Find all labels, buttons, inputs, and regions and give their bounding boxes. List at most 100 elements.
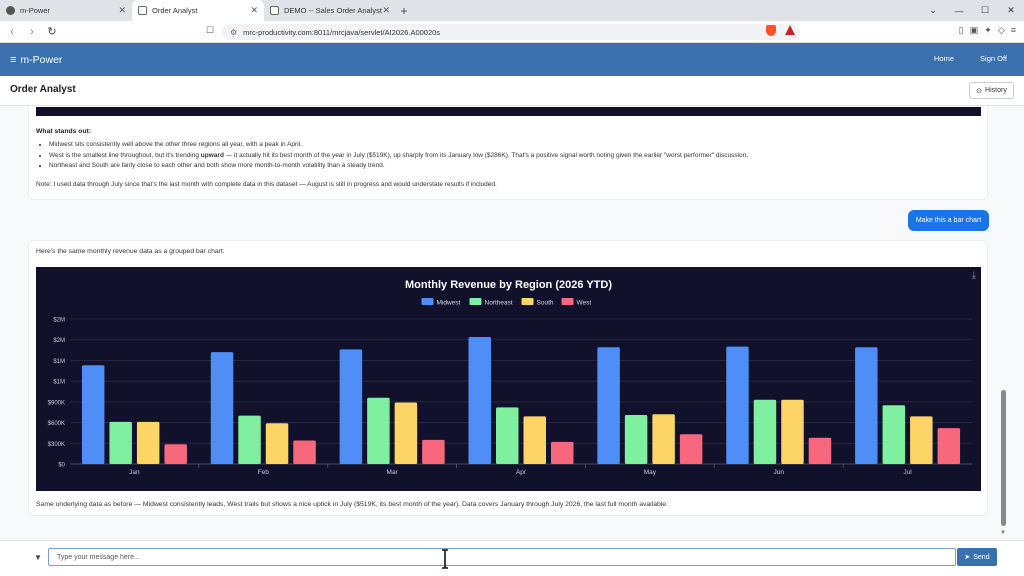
bookmark-icon[interactable]: ☐ — [206, 25, 214, 36]
insight-list: Midwest sits consistently well above the… — [49, 140, 969, 172]
new-tab-icon[interactable]: + — [396, 0, 412, 21]
site-settings-icon[interactable]: ⚙ — [230, 28, 237, 37]
legend-swatch — [421, 298, 434, 305]
bar-west-mar — [422, 439, 445, 464]
bar-midwest-may — [597, 347, 620, 464]
window-controls: ⌄ — ☐ ✕ — [920, 0, 1024, 21]
assistant-message-reply: Here's the same monthly revenue data as … — [28, 240, 988, 516]
page-title-bar: Order Analyst ⊙ History — [0, 76, 1024, 106]
legend-swatch — [561, 298, 574, 305]
y-tick-label: $1M — [53, 359, 65, 365]
message-input-bar: ▼ ➤ Send — [0, 540, 1024, 576]
reload-icon[interactable]: ↻ — [44, 25, 60, 38]
data-note: Note: I used data through July since tha… — [36, 181, 497, 188]
close-window-icon[interactable]: ✕ — [998, 5, 1024, 16]
previous-chart-bottom — [36, 107, 981, 116]
menu-icon[interactable]: ≡ — [1011, 25, 1016, 36]
list-item: West is the smallest line throughout, bu… — [49, 151, 969, 162]
clock-icon: ⊙ — [976, 87, 983, 95]
tab-title: Order Analyst — [152, 6, 198, 15]
sidebar-icon[interactable]: ▯ — [959, 25, 964, 36]
forward-icon[interactable]: › — [24, 26, 40, 38]
legend-label: Midwest — [437, 300, 461, 307]
close-icon[interactable]: ✕ — [118, 5, 126, 16]
bar-south-apr — [523, 416, 546, 464]
tab-title: m-Power — [20, 6, 51, 15]
tab-title: DEMO -- Sales Order Analyst — [284, 6, 382, 15]
close-icon[interactable]: ✕ — [382, 5, 390, 16]
bar-northeast-mar — [367, 397, 390, 464]
home-link[interactable]: Home — [934, 54, 954, 63]
bar-south-jun — [781, 399, 804, 464]
legend-label: South — [537, 300, 554, 307]
bar-midwest-jul — [855, 347, 878, 464]
y-tick-label: $0 — [58, 463, 65, 469]
x-tick-label: May — [644, 469, 657, 476]
bar-west-may — [679, 434, 703, 464]
browser-tab-bar: m-Power ✕ Order Analyst ✕ DEMO -- Sales … — [0, 0, 1024, 21]
bar-midwest-apr — [468, 336, 491, 464]
bar-northeast-jul — [882, 405, 906, 464]
history-button[interactable]: ⊙ History — [969, 82, 1014, 99]
list-item: Midwest sits consistently well above the… — [49, 140, 969, 151]
browser-tab-order-analyst[interactable]: Order Analyst ✕ — [132, 0, 264, 21]
y-tick-label: $900K — [48, 400, 65, 406]
url-field[interactable]: ⚙ mrc-productivity.com:8011/mrcjava/serv… — [222, 24, 800, 40]
maximize-icon[interactable]: ☐ — [972, 5, 998, 16]
bar-midwest-mar — [339, 349, 363, 464]
chat-area[interactable]: What stands out: Midwest sits consistent… — [0, 106, 1024, 540]
reply-intro: Here's the same monthly revenue data as … — [36, 248, 225, 255]
mpower-favicon-icon — [270, 6, 279, 15]
minimize-icon[interactable]: — — [946, 6, 972, 16]
x-tick-label: Jun — [773, 469, 784, 476]
bar-northeast-feb — [238, 415, 261, 464]
list-item: Northeast and South are fairly close to … — [49, 161, 969, 172]
shield-icon[interactable]: ◇ — [998, 25, 1005, 36]
bar-south-feb — [265, 423, 289, 464]
app-brand[interactable]: m-Power — [20, 54, 62, 66]
message-input[interactable] — [48, 548, 956, 566]
y-tick-label: $2M — [53, 338, 65, 344]
scroll-down-arrow-icon[interactable]: ▼ — [1000, 530, 1006, 536]
bar-south-mar — [394, 402, 418, 464]
brave-shield-icon[interactable] — [766, 25, 776, 36]
legend-swatch — [469, 298, 482, 305]
sign-off-link[interactable]: Sign Off — [980, 54, 1007, 63]
close-icon[interactable]: ✕ — [250, 5, 258, 16]
bar-south-jul — [910, 416, 933, 464]
bar-west-jun — [808, 437, 832, 464]
extensions-icon[interactable]: ✦ — [984, 25, 992, 36]
browser-tab-mpower[interactable]: m-Power ✕ — [0, 0, 132, 21]
revenue-chart: Monthly Revenue by Region (2026 YTD) Midw… — [36, 267, 981, 491]
browser-tab-demo[interactable]: DEMO -- Sales Order Analyst ✕ — [264, 0, 396, 21]
y-tick-label: $600K — [48, 421, 65, 427]
chart-title: Monthly Revenue by Region (2026 YTD) — [405, 279, 612, 291]
assistant-message-previous: What stands out: Midwest sits consistent… — [28, 106, 988, 200]
bar-west-apr — [551, 441, 574, 464]
reply-summary: Same underlying data as before — Midwest… — [36, 501, 668, 508]
y-tick-label: $1M — [53, 380, 65, 386]
x-tick-label: Feb — [258, 469, 270, 476]
send-button[interactable]: ➤ Send — [957, 548, 997, 566]
bar-west-feb — [293, 440, 316, 464]
download-icon[interactable]: ⤓ — [972, 270, 976, 281]
app-header: ≡ m-Power Home Sign Off — [0, 43, 1024, 76]
chart-svg: Monthly Revenue by Region (2026 YTD) Midw… — [48, 279, 972, 476]
globe-icon — [6, 6, 15, 15]
chevron-down-icon[interactable]: ⌄ — [920, 5, 946, 16]
warning-icon[interactable] — [785, 25, 795, 35]
what-stands-out-heading: What stands out: — [36, 128, 92, 135]
legend-label: West — [577, 300, 592, 307]
filter-icon[interactable]: ▼ — [34, 553, 42, 562]
bar-northeast-jun — [753, 399, 777, 464]
x-tick-label: Jul — [903, 469, 912, 476]
bar-midwest-jun — [726, 346, 749, 464]
scrollbar-thumb[interactable] — [1001, 390, 1006, 526]
wallet-icon[interactable]: ▣ — [970, 25, 979, 36]
mpower-favicon-icon — [138, 6, 147, 15]
bar-west-jan — [164, 444, 187, 464]
hamburger-menu-icon[interactable]: ≡ — [10, 54, 16, 66]
url-text: mrc-productivity.com:8011/mrcjava/servle… — [243, 27, 441, 37]
bar-northeast-jan — [109, 421, 132, 464]
back-icon[interactable]: ‹ — [4, 26, 20, 38]
